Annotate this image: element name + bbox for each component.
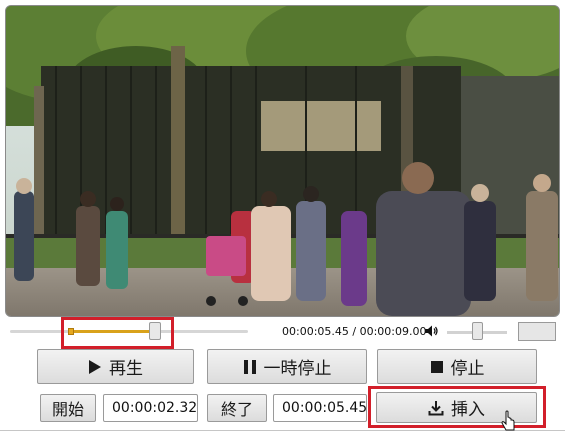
trim-range <box>70 330 158 333</box>
set-end-button[interactable]: 終了 <box>207 394 267 422</box>
trim-start-handle[interactable] <box>68 328 74 335</box>
end-time-field[interactable]: 00:00:05.45 <box>273 394 367 422</box>
video-preview[interactable] <box>5 5 560 317</box>
time-readout: 00:00:05.45 / 00:00:09.00 <box>282 325 427 338</box>
pause-button[interactable]: 一時停止 <box>207 349 367 384</box>
volume-handle[interactable] <box>472 322 483 340</box>
trim-end-handle[interactable] <box>149 322 161 340</box>
start-time-value: 00:00:02.32 <box>112 400 198 416</box>
pause-icon <box>243 359 257 375</box>
play-button[interactable]: 再生 <box>37 349 194 384</box>
set-start-label: 開始 <box>51 400 84 419</box>
download-icon <box>428 400 444 416</box>
set-start-button[interactable]: 開始 <box>40 394 96 422</box>
pause-label: 一時停止 <box>263 359 332 379</box>
mouse-pointer-icon <box>501 410 515 431</box>
speaker-icon[interactable] <box>423 323 439 339</box>
play-icon <box>88 359 102 375</box>
start-time-field[interactable]: 00:00:02.32 <box>103 394 198 422</box>
video-frame-image <box>6 6 559 316</box>
set-end-label: 終了 <box>220 400 253 419</box>
insert-label: 挿入 <box>451 400 485 420</box>
bottom-panel <box>0 430 565 442</box>
stop-button[interactable]: 停止 <box>377 349 537 384</box>
end-time-value: 00:00:05.45 <box>282 400 368 416</box>
fullscreen-button[interactable] <box>518 322 556 341</box>
stop-icon <box>430 360 444 374</box>
play-label: 再生 <box>109 359 143 379</box>
stop-label: 停止 <box>450 359 485 379</box>
